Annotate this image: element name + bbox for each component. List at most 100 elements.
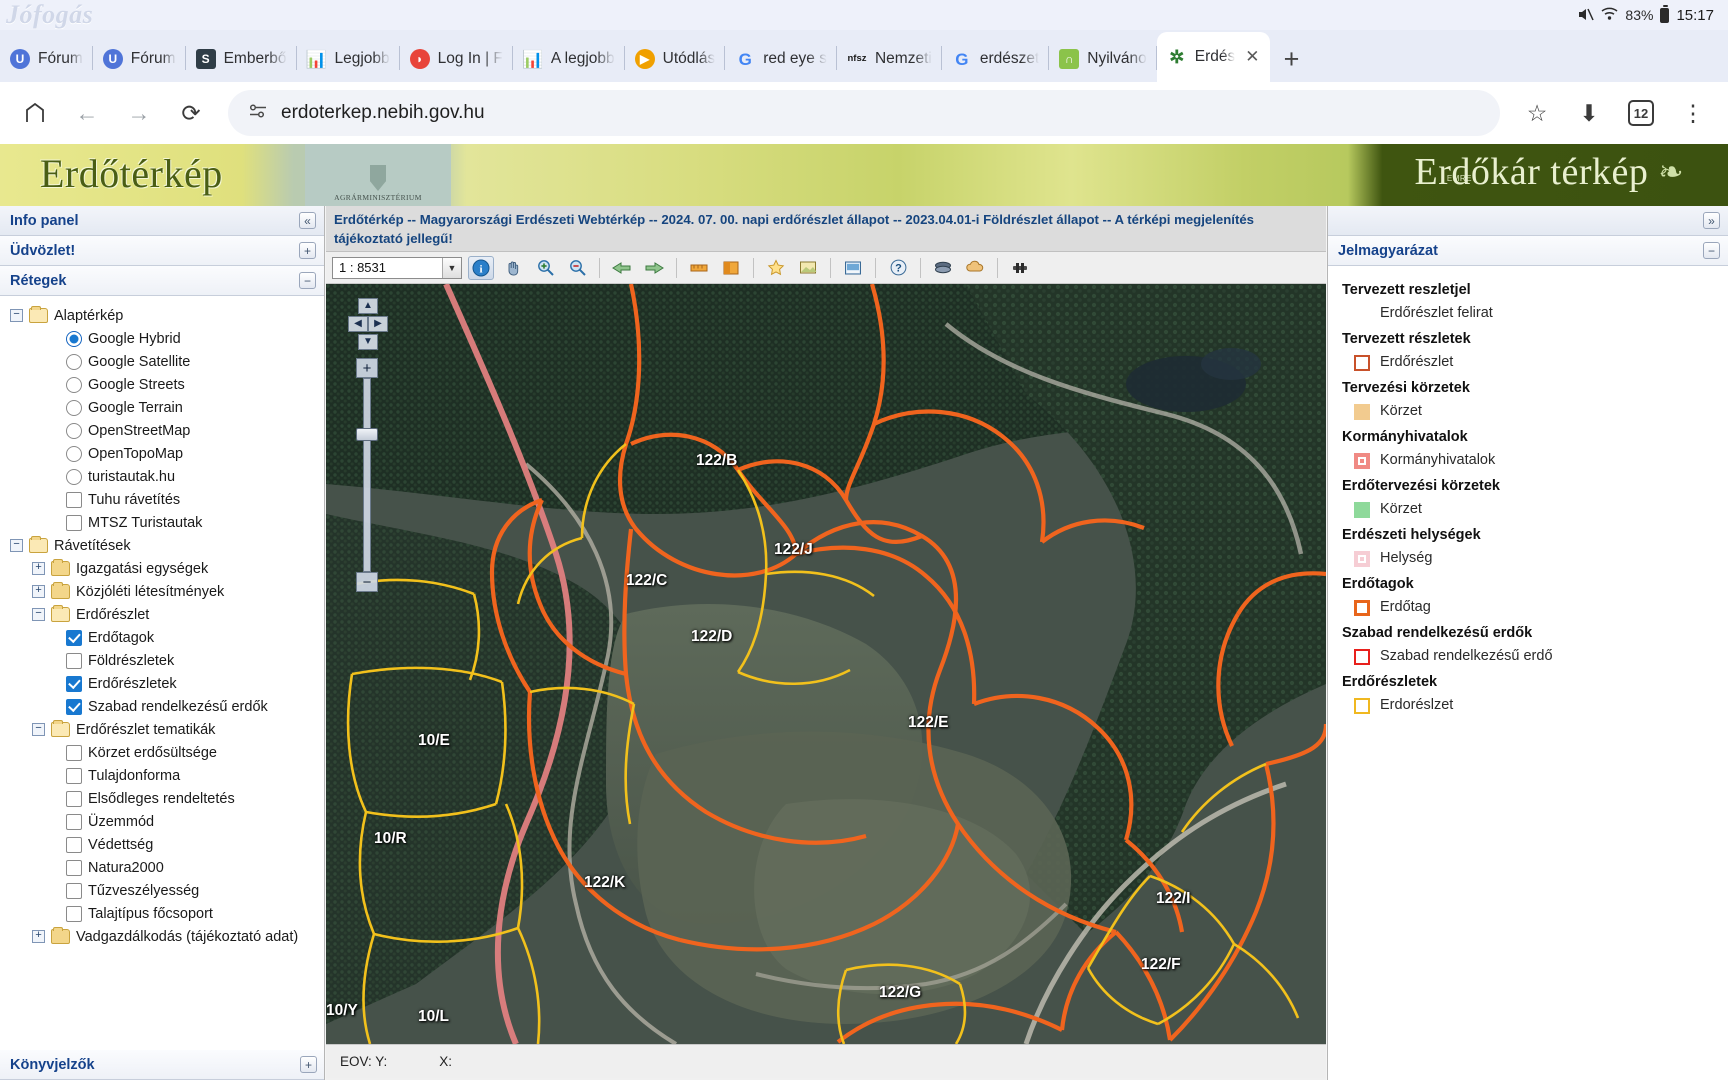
checkbox[interactable]	[66, 675, 82, 692]
browser-tab-7[interactable]: G red eye s	[725, 36, 837, 82]
radio-button[interactable]	[66, 399, 82, 416]
layer-tree-row[interactable]: Erdőrészletek	[6, 672, 324, 695]
radio-button[interactable]	[66, 330, 82, 347]
close-icon[interactable]: ✕	[1245, 47, 1259, 67]
radio-button[interactable]	[66, 376, 82, 393]
browser-tab-9[interactable]: G erdészet	[942, 36, 1050, 82]
map-zoom-control[interactable]: ▲ ◀ ▶ ▼ + −	[348, 298, 388, 598]
browser-tab-strip[interactable]: U Fórum U Fórum S Emberbő 📊 Legjobb ◗ Lo…	[0, 30, 1728, 82]
collapse-left-icon[interactable]: «	[299, 212, 316, 229]
checkbox[interactable]	[66, 744, 82, 761]
print-button[interactable]	[840, 256, 866, 280]
chevron-down-icon[interactable]: ▼	[442, 257, 461, 278]
pan-up-icon[interactable]: ▲	[358, 298, 378, 314]
checkbox[interactable]	[66, 491, 82, 508]
map-toolbar[interactable]: 1 : 8531 ▼ i ?	[326, 252, 1326, 284]
zoom-slider-track[interactable]	[363, 378, 371, 572]
zoom-slider-thumb[interactable]	[356, 428, 378, 441]
layer-tree-row[interactable]: Körzet erdősültsége	[6, 741, 324, 764]
map-graphic[interactable]	[326, 284, 1326, 1044]
layer-tree-row[interactable]: + Vadgazdálkodás (tájékoztató adat)	[6, 925, 324, 948]
info-button[interactable]: i	[468, 255, 494, 280]
back-arrow-icon[interactable]: ←	[64, 90, 110, 136]
collapse-right-icon[interactable]: »	[1703, 212, 1720, 229]
favorite-button[interactable]	[763, 256, 789, 280]
section-udvozlet[interactable]: Üdvözlet! +	[0, 236, 324, 266]
checkbox[interactable]	[66, 813, 82, 830]
checkbox[interactable]	[66, 767, 82, 784]
layer-tree-row[interactable]: − Rávetítések	[6, 534, 324, 557]
expand-icon[interactable]: +	[32, 562, 45, 575]
new-tab-button[interactable]: +	[1270, 36, 1314, 82]
layer-tree-row[interactable]: Google Streets	[6, 373, 324, 396]
layer-tree-row[interactable]: OpenStreetMap	[6, 419, 324, 442]
checkbox[interactable]	[66, 629, 82, 646]
section-retegek[interactable]: Rétegek −	[0, 266, 324, 296]
checkbox[interactable]	[66, 859, 82, 876]
layer-tree-row[interactable]: Üzemmód	[6, 810, 324, 833]
legend-header[interactable]: Jelmagyarázat −	[1328, 236, 1728, 266]
layer-tree-row[interactable]: − Erdőrészlet tematikák	[6, 718, 324, 741]
browser-tab-1[interactable]: U Fórum	[93, 36, 186, 82]
collapse-icon[interactable]: −	[10, 309, 23, 322]
star-outline-icon[interactable]: ☆	[1514, 90, 1560, 136]
measure-length-button[interactable]	[686, 256, 712, 280]
browser-tab-6[interactable]: ▶ Utódlás	[625, 36, 726, 82]
radio-button[interactable]	[66, 445, 82, 462]
layer-tree-row[interactable]: Földrészletek	[6, 649, 324, 672]
pan-left-icon[interactable]: ◀	[348, 316, 368, 332]
transparency-button[interactable]	[962, 256, 988, 280]
expand-icon[interactable]: +	[299, 242, 316, 259]
checkbox[interactable]	[66, 514, 82, 531]
collapse-icon[interactable]: −	[32, 608, 45, 621]
three-dot-menu-icon[interactable]: ⋮	[1670, 90, 1716, 136]
pan-down-icon[interactable]: ▼	[358, 334, 378, 350]
back-extent-button[interactable]	[609, 256, 635, 280]
layer-tree-row[interactable]: Elsődleges rendeltetés	[6, 787, 324, 810]
pan-right-icon[interactable]: ▶	[368, 316, 388, 332]
checkbox[interactable]	[66, 882, 82, 899]
layer-tree-row[interactable]: Talajtípus főcsoport	[6, 902, 324, 925]
layer-tree-row[interactable]: Natura2000	[6, 856, 324, 879]
browser-tab-4[interactable]: ◗ Log In | F	[400, 36, 513, 82]
layer-tree-row[interactable]: Tuhu rávetítés	[6, 488, 324, 511]
collapse-icon[interactable]: −	[1703, 242, 1720, 259]
zoom-out-icon[interactable]: −	[356, 572, 378, 592]
layer-tree-row[interactable]: Google Satellite	[6, 350, 324, 373]
layer-tree-row[interactable]: + Igazgatási egységek	[6, 557, 324, 580]
checkbox[interactable]	[66, 698, 82, 715]
layer-tree-row[interactable]: OpenTopoMap	[6, 442, 324, 465]
layer-tree-row[interactable]: Erdőtagok	[6, 626, 324, 649]
tab-count-button[interactable]: 12	[1618, 90, 1664, 136]
layer-tree-row[interactable]: Google Hybrid	[6, 327, 324, 350]
collapse-icon[interactable]: −	[10, 539, 23, 552]
zoom-in-button[interactable]	[532, 256, 558, 280]
measure-area-button[interactable]	[718, 256, 744, 280]
checkbox[interactable]	[66, 905, 82, 922]
collapse-icon[interactable]: −	[299, 272, 316, 289]
expand-icon[interactable]: +	[300, 1056, 317, 1073]
checkbox[interactable]	[66, 652, 82, 669]
layer-tree-row[interactable]: Tulajdonforma	[6, 764, 324, 787]
site-settings-icon[interactable]	[248, 103, 268, 124]
site-title-right[interactable]: Erdőkár térkép ❧	[1415, 150, 1684, 194]
expand-icon[interactable]: +	[32, 585, 45, 598]
bookmarks-section[interactable]: Könyvjelzők +	[0, 1050, 324, 1080]
layer-tree-row[interactable]: turistautak.hu	[6, 465, 324, 488]
layer-tree-row[interactable]: + Közjóléti létesítmények	[6, 580, 324, 603]
next-extent-button[interactable]	[641, 256, 667, 280]
select-tool-button[interactable]	[795, 256, 821, 280]
expand-icon[interactable]: +	[32, 930, 45, 943]
pan-hand-button[interactable]	[500, 256, 526, 280]
layer-tree-row[interactable]: − Erdőrészlet	[6, 603, 324, 626]
zoom-in-icon[interactable]: +	[356, 358, 378, 378]
radio-button[interactable]	[66, 422, 82, 439]
layer-tree-row[interactable]: Szabad rendelkezésű erdők	[6, 695, 324, 718]
layer-tree-row[interactable]: Google Terrain	[6, 396, 324, 419]
help-button[interactable]: ?	[885, 256, 911, 280]
browser-tab-10[interactable]: ∩ Nyilváno	[1049, 36, 1157, 82]
layer-tree-row[interactable]: − Alaptérkép	[6, 304, 324, 327]
scale-select[interactable]: 1 : 8531 ▼	[332, 256, 462, 279]
checkbox[interactable]	[66, 790, 82, 807]
download-icon[interactable]: ⬇	[1566, 90, 1612, 136]
